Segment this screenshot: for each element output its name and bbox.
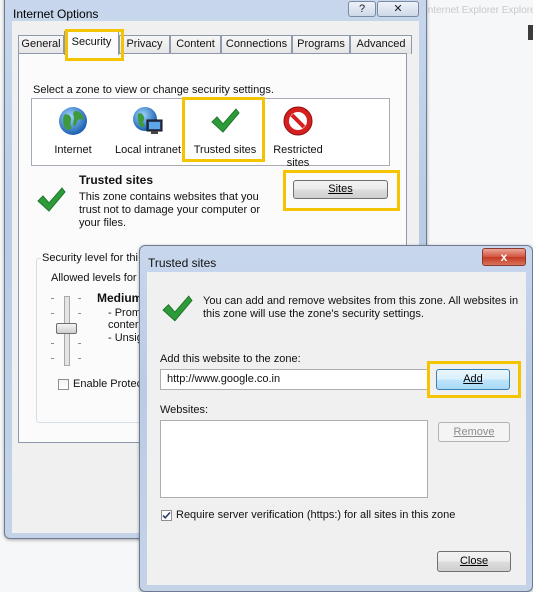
slider-tick [78, 343, 81, 344]
zone-label: Internet [54, 144, 92, 156]
enable-protected-mode-checkbox[interactable] [58, 379, 69, 390]
websites-label: Websites: [160, 404, 209, 416]
add-button-label: Add [463, 373, 483, 385]
zone-detail-title: Trusted sites [79, 173, 154, 187]
zone-label: Local intranet [114, 144, 182, 156]
sites-button-label: Sites [328, 183, 353, 195]
zone-detail-line-1: This zone contains websites that you [79, 191, 259, 203]
tab-content[interactable]: Content [170, 35, 221, 54]
slider-tick [51, 298, 54, 299]
require-https-checkbox[interactable] [161, 510, 172, 521]
background-edge [528, 25, 533, 40]
close-button[interactable]: Close [437, 551, 511, 572]
slider-tick [51, 313, 54, 314]
zone-restricted-sites[interactable]: Restricted sites [266, 105, 330, 170]
zone-label: Restricted sites [273, 144, 323, 169]
website-url-value: http://www.google.co.in [167, 373, 281, 385]
level-name: Medium [97, 291, 143, 305]
website-url-input[interactable]: http://www.google.co.in [160, 369, 428, 390]
zone-internet[interactable]: Internet [36, 105, 110, 157]
checkmark-icon [211, 108, 240, 133]
remove-button-label: Remove [453, 426, 495, 438]
websites-list[interactable] [160, 420, 428, 498]
slider-tick [51, 343, 54, 344]
zone-label: Trusted sites [193, 144, 257, 156]
tab-security[interactable]: Security [64, 31, 119, 55]
close-icon[interactable]: ✕ [377, 1, 419, 17]
remove-button[interactable]: Remove [438, 422, 510, 442]
sites-button[interactable]: Sites [293, 180, 388, 199]
dialog-title: Trusted sites [148, 256, 217, 270]
tab-privacy[interactable]: Privacy [119, 35, 170, 54]
security-level-label: Security level for thi [41, 252, 139, 264]
add-website-label: Add this website to the zone: [160, 353, 301, 365]
enable-protected-mode-label: Enable Protec [73, 378, 143, 390]
slider-tick [78, 298, 81, 299]
tab-general[interactable]: General [18, 35, 64, 54]
close-button-label: Close [459, 555, 489, 567]
slider-tick [78, 313, 81, 314]
allowed-levels-label: Allowed levels for [51, 272, 137, 284]
checkmark-icon [162, 295, 193, 322]
level-bullet: conter [108, 319, 139, 331]
slider-tick [78, 358, 81, 359]
slider-tick [51, 358, 54, 359]
restricted-icon [283, 106, 313, 136]
close-icon[interactable]: x [482, 248, 526, 266]
level-bullet: - Prom [108, 307, 141, 319]
tab-advanced[interactable]: Advanced [350, 35, 412, 54]
zone-detail-line-3: your files. [79, 217, 127, 229]
intranet-icon [133, 107, 163, 134]
add-button[interactable]: Add [436, 369, 510, 390]
checkmark-icon [37, 187, 66, 212]
zone-prompt: Select a zone to view or change security… [33, 84, 274, 96]
checkbox-check-icon [162, 511, 171, 519]
info-line-2: this zone will use the zone's security s… [203, 308, 424, 320]
background-browser-text: Internet Explorer Explorer [425, 5, 533, 16]
zone-local-intranet[interactable]: Local intranet [111, 105, 185, 157]
window-title: Internet Options [13, 7, 99, 21]
tab-programs[interactable]: Programs [292, 35, 350, 54]
help-button[interactable]: ? [348, 1, 376, 17]
zone-trusted-sites[interactable]: Trusted sites [186, 105, 264, 157]
require-https-label: Require server verification (https:) for… [176, 509, 456, 521]
zone-detail-line-2: trust not to damage your computer or [79, 204, 260, 216]
info-line-1: You can add and remove websites from thi… [203, 295, 519, 307]
globe-icon [59, 107, 87, 135]
tab-connections[interactable]: Connections [221, 35, 292, 54]
zone-list: Internet Local intranet Trusted sites Re… [31, 98, 390, 169]
level-bullet: - Unsig [108, 332, 143, 344]
security-slider-thumb[interactable] [56, 323, 77, 334]
